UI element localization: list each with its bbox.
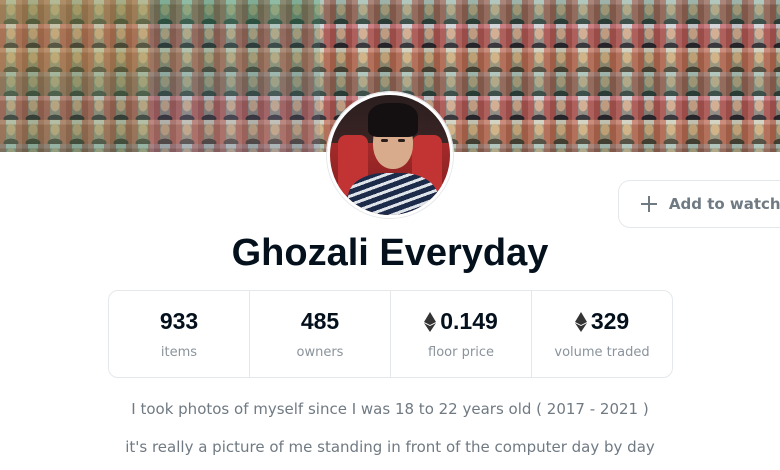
stat-floor-price-value: 0.149 [424, 308, 498, 335]
stat-volume-traded-number: 329 [590, 308, 630, 334]
avatar-eye-right [398, 139, 405, 142]
stat-items-value: 933 [160, 308, 198, 335]
avatar-eye-left [381, 139, 388, 142]
plus-icon [641, 196, 657, 212]
avatar-hair [368, 103, 418, 137]
stat-volume-traded-value: 329 [574, 308, 630, 335]
collection-stats: 933 items 485 owners 0.149 floor price 3… [108, 290, 673, 378]
banner-tint-middle [150, 0, 320, 152]
collection-description-line-2: it's really a picture of me standing in … [125, 438, 655, 456]
collection-avatar [327, 92, 453, 218]
stat-owners-value: 485 [301, 308, 339, 335]
stat-floor-price-label: floor price [428, 345, 494, 360]
banner-tint-left [0, 0, 150, 152]
stat-items[interactable]: 933 items [109, 291, 250, 377]
collection-title: Ghozali Everyday [231, 232, 549, 274]
ethereum-icon [574, 311, 587, 332]
stat-floor-price[interactable]: 0.149 floor price [391, 291, 532, 377]
add-to-watchlist-button[interactable]: Add to watchlist [618, 180, 780, 228]
stat-volume-traded[interactable]: 329 volume traded [532, 291, 672, 377]
stat-volume-traded-label: volume traded [554, 345, 650, 360]
collection-description-line-1: I took photos of myself since I was 18 t… [131, 400, 649, 418]
stat-floor-price-number: 0.149 [440, 308, 498, 334]
add-to-watchlist-label: Add to watchlist [668, 195, 780, 213]
stat-owners-label: owners [296, 345, 344, 360]
avatar-shirt [348, 173, 438, 215]
stat-owners[interactable]: 485 owners [250, 291, 391, 377]
ethereum-icon [424, 311, 437, 332]
stat-items-label: items [160, 345, 198, 360]
stat-owners-number: 485 [300, 308, 340, 334]
stat-items-number: 933 [159, 308, 199, 334]
